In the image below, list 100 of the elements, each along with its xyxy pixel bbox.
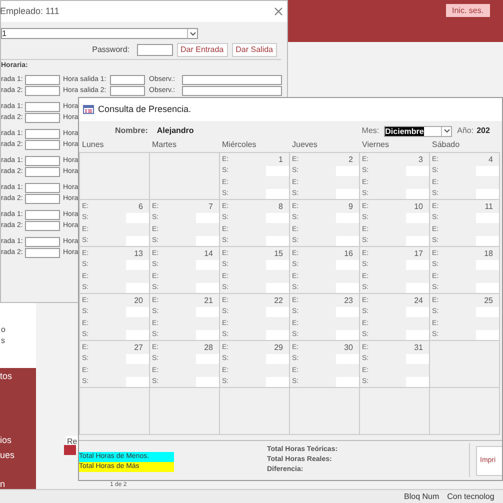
time-field[interactable] — [406, 189, 429, 199]
month-label: Mes: — [362, 125, 380, 137]
time-field[interactable] — [406, 166, 429, 176]
name-value: Alejandro — [156, 125, 194, 137]
navigation-item[interactable]: ios — [0, 434, 36, 446]
time-field[interactable] — [25, 74, 60, 84]
time-field[interactable] — [126, 260, 149, 270]
time-field[interactable] — [25, 182, 60, 192]
time-field[interactable] — [476, 330, 499, 340]
time-field[interactable] — [336, 283, 359, 293]
time-field[interactable] — [25, 112, 60, 122]
status-text: Bloq Num — [404, 490, 440, 502]
time-field[interactable] — [266, 189, 289, 199]
action-button[interactable]: Dar Entrada — [176, 43, 228, 57]
time-field[interactable] — [25, 140, 60, 150]
time-field[interactable] — [25, 236, 60, 246]
time-field[interactable] — [476, 213, 499, 223]
time-field[interactable] — [336, 377, 359, 387]
month-combo[interactable]: Diciembre — [384, 126, 452, 136]
day-number: 28 — [204, 343, 213, 352]
time-field[interactable] — [266, 307, 289, 317]
time-field[interactable] — [476, 236, 499, 246]
navigation-item[interactable]: ues — [0, 449, 36, 461]
time-field[interactable] — [406, 260, 429, 270]
time-field[interactable] — [110, 74, 145, 84]
time-field[interactable] — [266, 377, 289, 387]
time-field[interactable] — [336, 260, 359, 270]
day-number: 27 — [134, 343, 143, 352]
time-field[interactable] — [336, 236, 359, 246]
time-field[interactable] — [110, 86, 145, 96]
dropdown-icon[interactable] — [187, 29, 197, 38]
time-field[interactable] — [476, 166, 499, 176]
time-field[interactable] — [25, 86, 60, 96]
day-number: 30 — [344, 343, 353, 352]
time-field[interactable] — [266, 354, 289, 364]
sign-in-button[interactable]: Inic. ses. — [446, 4, 490, 17]
time-field[interactable] — [406, 283, 429, 293]
time-field[interactable] — [406, 354, 429, 364]
time-field[interactable] — [196, 260, 219, 270]
navigation-item[interactable]: n — [0, 478, 36, 490]
time-field[interactable] — [266, 330, 289, 340]
time-field[interactable] — [406, 213, 429, 223]
time-field[interactable] — [406, 330, 429, 340]
form-icon — [83, 105, 94, 114]
weekday-header: Martes — [151, 139, 178, 151]
time-field[interactable] — [126, 307, 149, 317]
time-field[interactable] — [336, 354, 359, 364]
time-field[interactable] — [25, 166, 60, 176]
notes-field[interactable] — [182, 74, 282, 84]
time-field[interactable] — [126, 354, 149, 364]
notes-field[interactable] — [182, 86, 282, 96]
time-field[interactable] — [196, 330, 219, 340]
navigation-item[interactable]: tos — [0, 370, 36, 382]
action-button[interactable]: Dar Salida — [232, 43, 277, 57]
weekday-header: Sábado — [431, 139, 461, 151]
day-number: 9 — [348, 202, 353, 211]
time-field[interactable] — [25, 156, 60, 166]
time-field[interactable] — [476, 189, 499, 199]
close-icon[interactable] — [274, 7, 283, 16]
time-field[interactable] — [476, 307, 499, 317]
time-field[interactable] — [266, 236, 289, 246]
time-field[interactable] — [406, 377, 429, 387]
time-field[interactable] — [336, 330, 359, 340]
password-field[interactable] — [136, 44, 172, 56]
day-number: 15 — [274, 249, 283, 258]
time-field[interactable] — [336, 166, 359, 176]
day-number: 1 — [278, 155, 283, 164]
time-field[interactable] — [196, 354, 219, 364]
time-field[interactable] — [25, 194, 60, 204]
time-field[interactable] — [196, 377, 219, 387]
time-field[interactable] — [476, 260, 499, 270]
time-field[interactable] — [266, 283, 289, 293]
employee-combo[interactable]: 1 — [1, 28, 198, 39]
time-field[interactable] — [196, 307, 219, 317]
time-field[interactable] — [126, 377, 149, 387]
time-field[interactable] — [406, 307, 429, 317]
time-field[interactable] — [25, 220, 60, 230]
dropdown-icon[interactable] — [441, 126, 452, 136]
time-field[interactable] — [25, 102, 60, 112]
time-field[interactable] — [196, 213, 219, 223]
time-field[interactable] — [126, 283, 149, 293]
time-field[interactable] — [336, 189, 359, 199]
time-field[interactable] — [266, 213, 289, 223]
time-field[interactable] — [266, 260, 289, 270]
time-field[interactable] — [336, 213, 359, 223]
time-field[interactable] — [25, 248, 60, 258]
time-field[interactable] — [196, 236, 219, 246]
time-field[interactable] — [476, 283, 499, 293]
time-field[interactable] — [25, 210, 60, 220]
time-field[interactable] — [126, 236, 149, 246]
time-field[interactable] — [25, 128, 60, 138]
window-title: Empleado: 111 — [0, 4, 60, 18]
time-field[interactable] — [266, 166, 289, 176]
time-field[interactable] — [196, 283, 219, 293]
time-field[interactable] — [126, 213, 149, 223]
time-field[interactable] — [336, 307, 359, 317]
weekday-header: Miércoles — [221, 139, 258, 151]
combo-value: 1 — [2, 29, 6, 38]
time-field[interactable] — [126, 330, 149, 340]
time-field[interactable] — [406, 236, 429, 246]
